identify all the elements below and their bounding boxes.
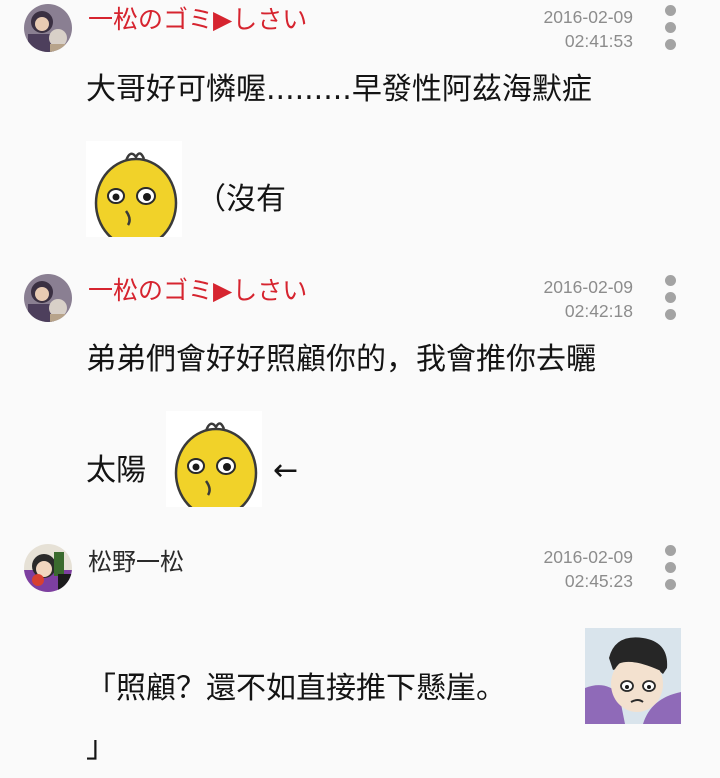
avatar[interactable] bbox=[24, 274, 72, 322]
yellow-bird-sticker bbox=[166, 411, 262, 507]
arrow-left-icon: ← bbox=[273, 453, 299, 488]
more-options-icon[interactable] bbox=[665, 545, 677, 591]
timestamp-date: 2016-02-09 bbox=[543, 277, 633, 297]
timestamp-time: 02:45:23 bbox=[564, 571, 633, 591]
avatar[interactable] bbox=[24, 544, 72, 592]
comment-text-line: 」 bbox=[86, 730, 116, 765]
author-name[interactable]: 一松のゴミ▶しさい bbox=[88, 276, 307, 306]
comment-3: 松野一松 2016-02-09 02:45:23 「照顧？還不如直接推下懸崖。 … bbox=[0, 0, 720, 765]
timestamp-date: 2016-02-09 bbox=[543, 547, 633, 567]
comment-text-line: 「照顧？還不如直接推下懸崖。 bbox=[86, 671, 506, 706]
more-options-icon[interactable] bbox=[665, 275, 677, 321]
timestamp: 2016-02-09 02:45:23 bbox=[543, 545, 633, 593]
comment-text-line: 太陽 bbox=[86, 453, 146, 488]
author-name[interactable]: 松野一松 bbox=[88, 547, 184, 577]
timestamp: 2016-02-09 02:42:18 bbox=[543, 275, 633, 323]
character-image bbox=[585, 628, 681, 724]
timestamp-time: 02:42:18 bbox=[564, 301, 633, 321]
comment-text-line: 弟弟們會好好照顧你的，我會推你去曬 bbox=[86, 342, 596, 377]
